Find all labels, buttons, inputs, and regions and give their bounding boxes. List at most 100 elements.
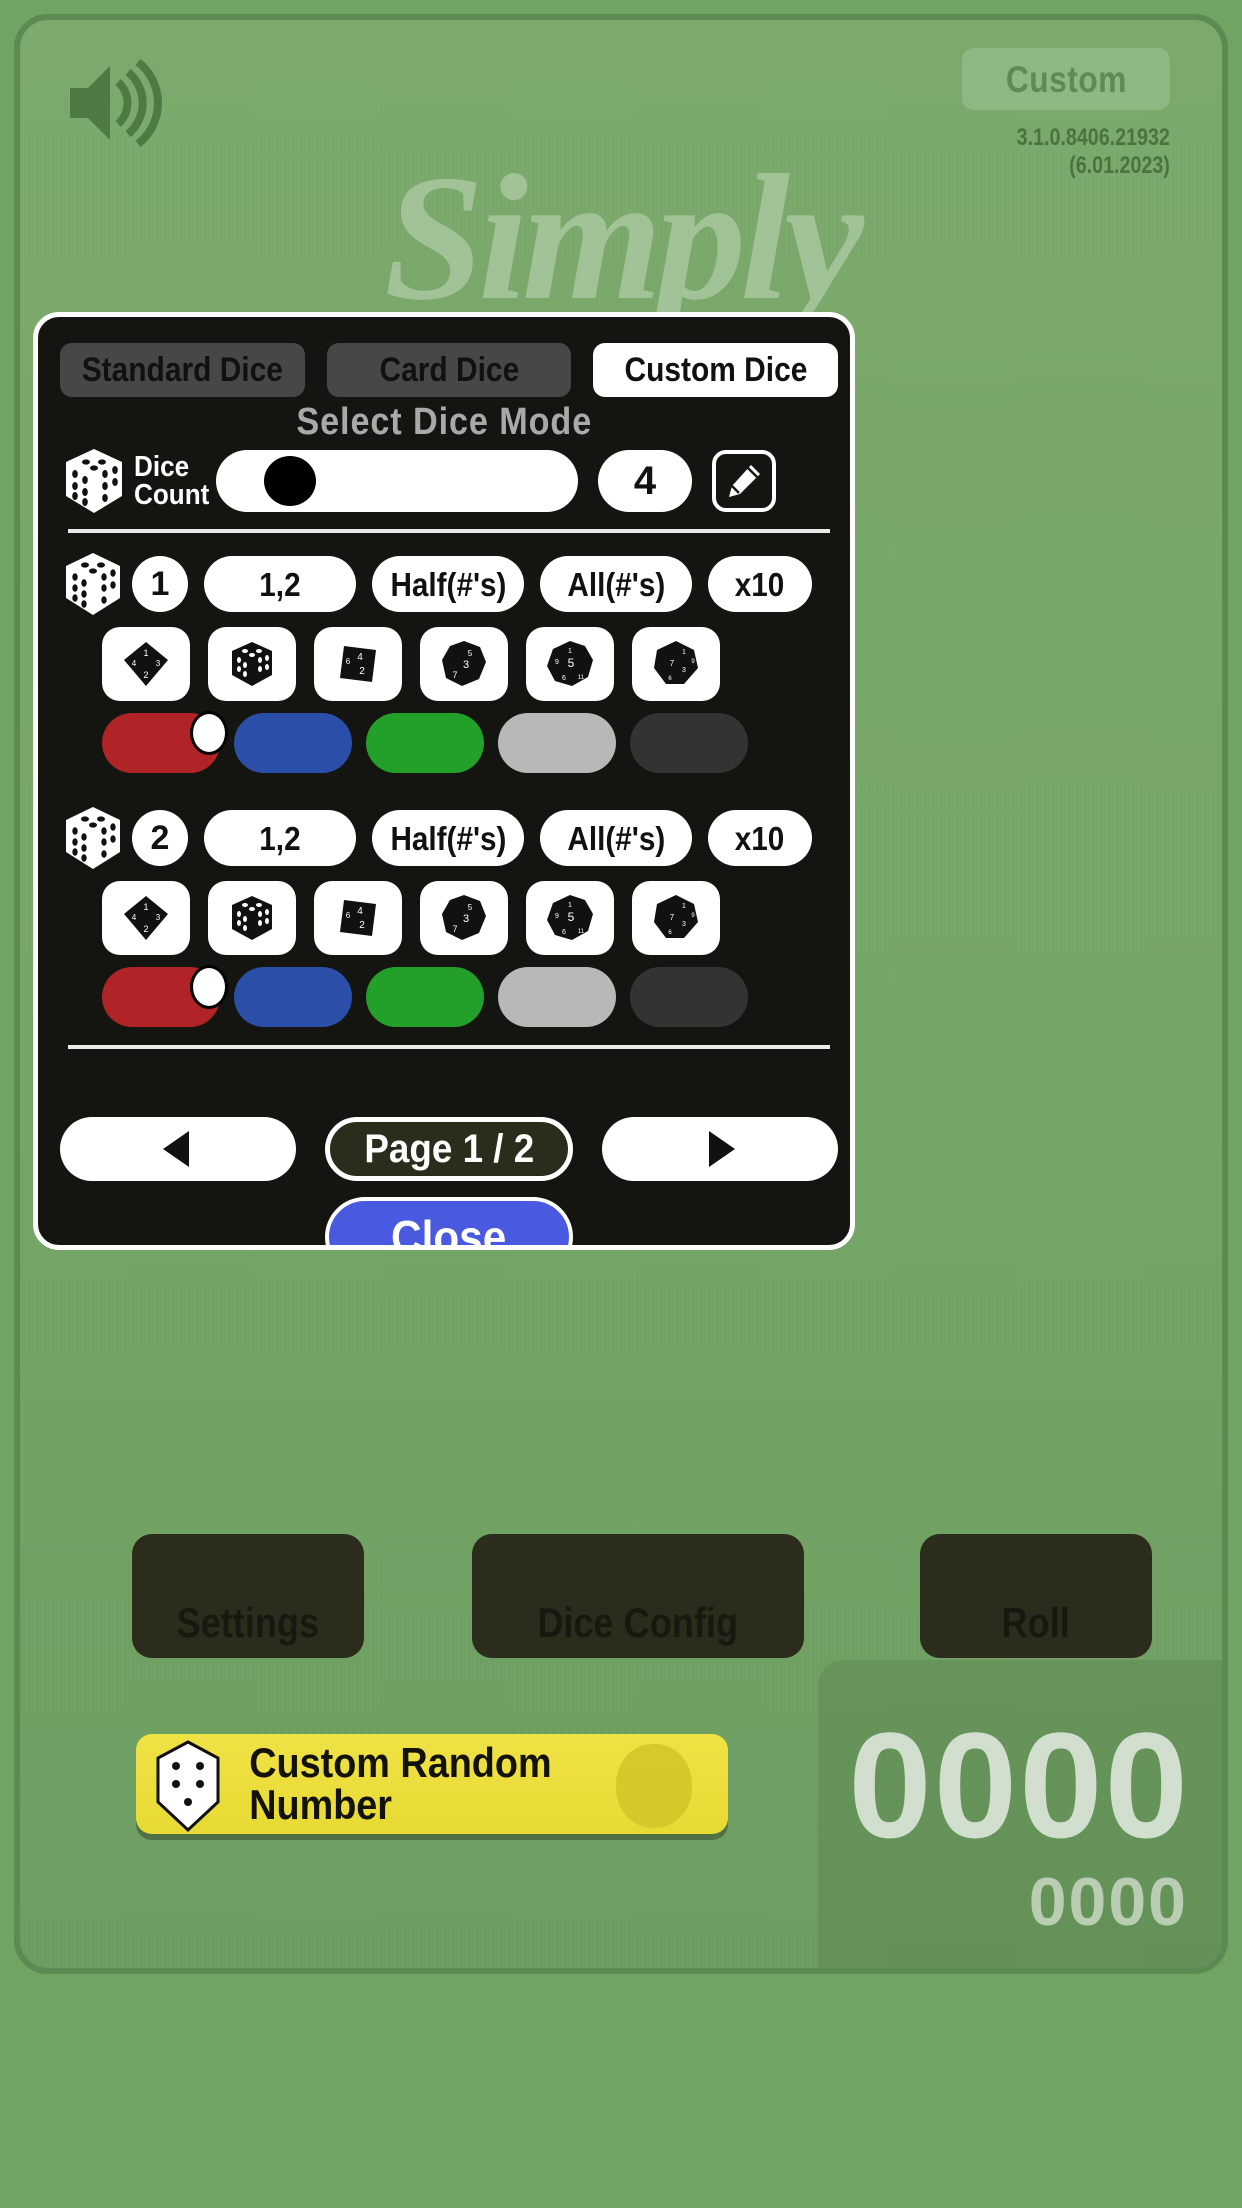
tab-card-dice[interactable]: Card Dice [326,343,572,397]
dice-count-slider[interactable] [216,450,578,512]
dice-count-value: 4 [598,450,692,512]
d6-icon [232,896,272,940]
dice-count-row: Dice Count 4 [60,443,838,519]
svg-text:3: 3 [682,921,686,928]
dice-1-index: 1 [132,556,188,612]
tab-custom-dice-label: Custom Dice [624,351,808,389]
d4-icon: 1 4 3 2 [124,642,168,686]
close-button[interactable]: Close [325,1197,573,1250]
svg-text:4: 4 [357,652,363,663]
svg-text:9: 9 [555,659,559,666]
dice-2-option-one-two[interactable]: 1,2 [204,810,356,866]
dice-1-color-blue[interactable] [234,713,352,773]
dice-1-option-all-numbers[interactable]: All(#'s) [540,556,692,612]
d20-icon: 1 9 7 3 6 [654,895,698,938]
dice-1-option-half-numbers[interactable]: Half(#'s) [372,556,524,612]
dice-1-shape-d12b[interactable]: 1 9 5 6 11 [526,627,614,701]
dice-1-options-row: 1 1,2 Half(#'s) All(#'s) x10 [60,553,838,615]
d4-icon: 1 4 3 2 [124,896,168,940]
mode-pill[interactable]: Custom [962,48,1170,110]
dice-2-shape-d20[interactable]: 1 9 7 3 6 [632,881,720,955]
dice-2-option-one-two-label: 1,2 [259,819,301,857]
custom-dice-dialog: Standard Dice Card Dice Custom Dice Sele… [33,312,855,1250]
svg-text:9: 9 [555,913,559,920]
tab-custom-dice[interactable]: Custom Dice [593,343,839,397]
dice-1-option-times-ten-label: x10 [735,565,785,603]
dice-2-shape-d4[interactable]: 1 4 3 2 [102,881,190,955]
triangle-right-icon [709,1131,735,1167]
dice-2-color-light-gray[interactable] [498,967,616,1027]
divider-bottom [68,1045,830,1049]
svg-text:2: 2 [359,666,365,677]
section-title: Select Dice Mode [38,403,850,441]
dice-config-button[interactable]: Dice Config [472,1534,804,1658]
dice-2-option-times-ten[interactable]: x10 [708,810,812,866]
die-icon [66,449,122,513]
tab-standard-dice-label: Standard Dice [81,351,283,389]
svg-text:1: 1 [568,902,572,909]
dice-2-option-times-ten-label: x10 [735,819,785,857]
dice-1-option-one-two[interactable]: 1,2 [204,556,356,612]
result-counter-main: 0000 [848,1701,1190,1869]
dice-2-shape-d6[interactable] [208,881,296,955]
tab-card-dice-label: Card Dice [379,351,519,389]
dice-count-slider-knob[interactable] [264,456,316,506]
d20-icon: 1 9 7 3 6 [654,641,698,684]
triangle-left-icon [163,1131,189,1167]
settings-button[interactable]: Settings [132,1534,364,1658]
dice-2-color-dark-gray[interactable] [630,967,748,1027]
pencil-icon [729,465,760,497]
dice-2-color-selected-indicator [190,965,228,1009]
dice-1-color-dark-gray[interactable] [630,713,748,773]
svg-text:4: 4 [357,906,363,917]
dice-2-option-all-numbers[interactable]: All(#'s) [540,810,692,866]
dice-1-color-light-gray[interactable] [498,713,616,773]
dice-1-color-red[interactable] [102,711,228,773]
page-indicator: Page 1 / 2 [325,1117,573,1181]
previous-page-button[interactable] [60,1117,296,1181]
svg-text:3: 3 [156,913,161,922]
dice-1-shape-d20[interactable]: 1 9 7 3 6 [632,627,720,701]
dice-1-color-green[interactable] [366,713,484,773]
pagination-bar: Page 1 / 2 [60,1117,838,1181]
settings-button-label: Settings [176,1599,320,1646]
dice-2-color-green[interactable] [366,967,484,1027]
d8-icon: 4 6 2 [340,646,376,682]
next-page-button[interactable] [602,1117,838,1181]
svg-text:1: 1 [143,902,148,912]
d12-icon: 5 3 7 [442,895,486,940]
dice-2-color-red[interactable] [102,965,228,1027]
dice-count-label-line1: Dice [134,450,190,483]
die-icon [66,807,120,869]
close-button-label: Close [391,1211,507,1250]
dice-mode-tabs: Standard Dice Card Dice Custom Dice [60,343,839,397]
dice-2-shape-d12[interactable]: 5 3 7 [420,881,508,955]
dice-1-shape-d12[interactable]: 5 3 7 [420,627,508,701]
svg-text:7: 7 [670,913,675,922]
svg-text:5: 5 [568,656,575,670]
dice-1-shape-d4[interactable]: 1 4 3 2 [102,627,190,701]
dice-1-shape-d8[interactable]: 4 6 2 [314,627,402,701]
custom-random-number-button[interactable]: Custom Random Number [136,1734,728,1834]
tab-standard-dice[interactable]: Standard Dice [60,343,305,397]
dice-1-option-times-ten[interactable]: x10 [708,556,812,612]
dice-2-option-half-numbers[interactable]: Half(#'s) [372,810,524,866]
dice-2-color-blue[interactable] [234,967,352,1027]
svg-text:1: 1 [682,649,686,656]
dice-1-shape-d6[interactable] [208,627,296,701]
mode-pill-label: Custom [1005,58,1127,100]
svg-text:4: 4 [132,659,137,668]
dice-2-colors-row [60,965,838,1027]
dice-count-edit-button[interactable] [712,450,776,512]
dice-2-shape-d8[interactable]: 4 6 2 [314,881,402,955]
roll-button-label: Roll [1001,1599,1071,1646]
svg-text:5: 5 [568,910,575,924]
roll-button[interactable]: Roll [920,1534,1152,1658]
svg-text:7: 7 [670,659,675,668]
dice-1-shapes-row: 1 4 3 2 4 6 2 5 3 7 1 9 5 6 11 1 9 7 3 6 [60,627,838,701]
dice-2-shape-d12b[interactable]: 1 9 5 6 11 [526,881,614,955]
speaker-on-icon[interactable] [64,58,164,148]
dice-config-row-2: 2 1,2 Half(#'s) All(#'s) x10 1 4 3 2 4 6… [60,807,838,1027]
svg-text:2: 2 [359,920,365,931]
dice-1-option-half-numbers-label: Half(#'s) [390,565,506,603]
